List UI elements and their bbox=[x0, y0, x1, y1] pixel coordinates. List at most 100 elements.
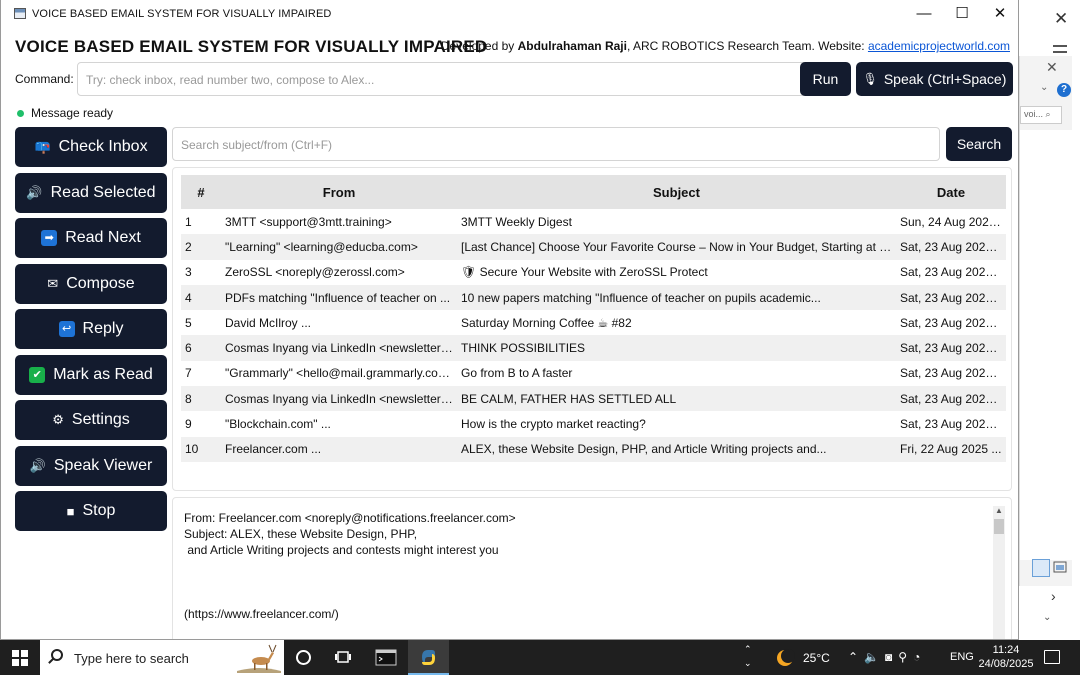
clock-time: 11:24 bbox=[992, 644, 1020, 656]
weather-icon[interactable] bbox=[775, 648, 795, 668]
compose-button[interactable]: ✉ Compose bbox=[15, 264, 167, 304]
row-number: 9 bbox=[185, 417, 192, 432]
notification-icon[interactable] bbox=[1044, 650, 1060, 664]
row-subject: ALEX, these Website Design, PHP, and Art… bbox=[457, 436, 896, 462]
column-header-subject[interactable]: Subject bbox=[457, 175, 896, 209]
tray-scroll-icon[interactable]: ⌃ ⌄ bbox=[744, 642, 752, 670]
row-date: Sat, 23 Aug 2025 ... bbox=[900, 366, 1006, 381]
row-from: 3MTT <support@3mtt.training> bbox=[225, 214, 392, 229]
python-app-icon[interactable] bbox=[408, 640, 449, 675]
task-view-icon[interactable] bbox=[335, 650, 351, 664]
table-row[interactable]: 10 Freelancer.com ... ALEX, these Websit… bbox=[181, 436, 1006, 462]
row-from: "Blockchain.com" ... bbox=[225, 417, 331, 432]
table-row[interactable]: 7 "Grammarly" <hello@mail.grammarly.com>… bbox=[181, 361, 1006, 386]
wifi-icon[interactable]: ◔ bbox=[913, 650, 920, 664]
chevron-up-icon[interactable]: ⌃ bbox=[848, 650, 858, 664]
search-button[interactable]: Search bbox=[946, 127, 1012, 161]
settings-button[interactable]: ⚙ Settings bbox=[15, 400, 167, 440]
read-selected-button[interactable]: 🔊 Read Selected bbox=[15, 173, 167, 213]
table-row[interactable]: 3 ZeroSSL <noreply@zerossl.com> 🛡 Secure… bbox=[181, 260, 1006, 285]
row-from: David McIlroy ... bbox=[225, 315, 312, 330]
command-label: Command: bbox=[15, 72, 74, 86]
checkmark-icon: ✔ bbox=[29, 367, 46, 383]
row-subject: 3MTT Weekly Digest bbox=[461, 214, 572, 229]
speak-viewer-button[interactable]: 🔊 Speak Viewer bbox=[15, 446, 167, 486]
read-next-button[interactable]: ➡ Read Next bbox=[15, 218, 167, 258]
status-text: Message ready bbox=[31, 106, 114, 120]
column-header-date[interactable]: Date bbox=[896, 175, 1006, 209]
language-indicator[interactable]: ENG bbox=[950, 651, 974, 663]
run-button[interactable]: Run bbox=[800, 62, 851, 96]
clock[interactable]: 11:24 24/08/2025 bbox=[978, 643, 1034, 671]
row-subject: 10 new papers matching "Influence of tea… bbox=[457, 284, 896, 311]
speak-button[interactable]: 🎙 Speak (Ctrl+Space) bbox=[856, 62, 1013, 96]
scroll-up-icon[interactable]: ▲ bbox=[995, 506, 1003, 515]
menu-icon[interactable] bbox=[1053, 45, 1067, 53]
row-date: Sat, 23 Aug 2025 ... bbox=[896, 335, 1006, 361]
preview-view-icon[interactable] bbox=[1052, 559, 1068, 577]
network-icon[interactable]: ⚲ bbox=[898, 650, 907, 664]
terminal-app-icon[interactable] bbox=[364, 640, 408, 675]
start-button[interactable] bbox=[0, 640, 40, 675]
title-bar: VOICE BASED EMAIL SYSTEM FOR VISUALLY IM… bbox=[1, 0, 1018, 27]
column-header-from[interactable]: From bbox=[221, 175, 457, 209]
close-button[interactable]: ✕ bbox=[981, 0, 1018, 27]
status-indicator: Message ready bbox=[17, 106, 113, 120]
search-highlight-deer-icon bbox=[237, 644, 281, 673]
website-link[interactable]: academicprojectworld.com bbox=[868, 39, 1010, 53]
preview-scrollbar[interactable]: ▲ bbox=[993, 506, 1005, 639]
close-icon[interactable]: ✕ bbox=[1054, 9, 1068, 29]
command-input[interactable]: Try: check inbox, read number two, compo… bbox=[77, 62, 809, 96]
stop-button[interactable]: ■ Stop bbox=[15, 491, 167, 531]
row-from: Freelancer.com ... bbox=[221, 436, 457, 462]
row-subject: BE CALM, FATHER HAS SETTLED ALL bbox=[457, 386, 896, 412]
microphone-icon: 🎙 bbox=[862, 72, 878, 86]
table-row[interactable]: 5 David McIlroy ... Saturday Morning Cof… bbox=[181, 310, 1006, 335]
maximize-button[interactable]: ☐ bbox=[943, 0, 981, 27]
inbox-table: # From Subject Date 1 3MTT <support@3mtt… bbox=[181, 175, 1006, 462]
status-dot-icon bbox=[17, 109, 24, 117]
table-row[interactable]: 8 Cosmas Inyang via LinkedIn <newsletter… bbox=[181, 386, 1006, 412]
row-from: PDFs matching "Influence of teacher on .… bbox=[221, 284, 457, 311]
clock-date: 24/08/2025 bbox=[978, 658, 1034, 670]
reply-button[interactable]: ↩ Reply bbox=[15, 309, 167, 349]
row-number: 7 bbox=[185, 366, 192, 381]
row-from: Cosmas Inyang via LinkedIn <newsletters-… bbox=[221, 386, 457, 412]
row-number: 5 bbox=[185, 315, 192, 330]
chevron-down-icon[interactable]: ⌄ bbox=[1040, 82, 1048, 93]
temperature-text[interactable]: 25°C bbox=[803, 651, 830, 665]
taskbar-search[interactable]: Type here to search bbox=[40, 640, 284, 675]
preview-line: Subject: ALEX, these Website Design, PHP… bbox=[184, 527, 418, 541]
table-row[interactable]: 4 PDFs matching "Influence of teacher on… bbox=[181, 284, 1006, 311]
app-header: VOICE BASED EMAIL SYSTEM FOR VISUALLY IM… bbox=[15, 36, 1010, 58]
mark-as-read-button[interactable]: ✔ Mark as Read bbox=[15, 355, 167, 395]
search-icon bbox=[51, 649, 63, 661]
windows-logo-icon bbox=[12, 649, 28, 666]
row-subject: 🛡 Secure Your Website with ZeroSSL Prote… bbox=[461, 265, 708, 280]
details-view-icon[interactable] bbox=[1032, 559, 1050, 577]
row-date: Sat, 23 Aug 2025 ... bbox=[900, 417, 1006, 432]
background-search-field[interactable]: voi... ⌕ bbox=[1020, 106, 1062, 124]
row-subject: How is the crypto market reacting? bbox=[461, 417, 646, 432]
help-icon[interactable]: ? bbox=[1057, 83, 1071, 97]
table-row[interactable]: 1 3MTT <support@3mtt.training> 3MTT Week… bbox=[181, 209, 1006, 234]
minimize-button[interactable]: — bbox=[905, 0, 943, 27]
table-row[interactable]: 6 Cosmas Inyang via LinkedIn <newsletter… bbox=[181, 335, 1006, 361]
check-inbox-button[interactable]: 📪 Check Inbox bbox=[15, 127, 167, 167]
speaker-icon: 🔊 bbox=[29, 458, 46, 473]
scroll-thumb[interactable] bbox=[994, 519, 1004, 534]
row-date: Sat, 23 Aug 2025 ... bbox=[896, 284, 1006, 311]
chevron-down-icon[interactable]: ⌄ bbox=[1043, 612, 1051, 623]
cortana-icon[interactable] bbox=[296, 650, 311, 665]
close-icon[interactable]: ✕ bbox=[1046, 59, 1058, 76]
column-header-number[interactable]: # bbox=[181, 175, 221, 209]
chevron-right-icon[interactable]: › bbox=[1051, 588, 1056, 604]
message-preview[interactable]: From: Freelancer.com <noreply@notificati… bbox=[172, 497, 1012, 639]
table-row[interactable]: 2 "Learning" <learning@educba.com> [Last… bbox=[181, 234, 1006, 260]
row-date: Sat, 23 Aug 2025 ... bbox=[896, 234, 1006, 260]
volume-icon[interactable]: 🔈 bbox=[864, 650, 879, 664]
table-row[interactable]: 9 "Blockchain.com" ... How is the crypto… bbox=[181, 411, 1006, 436]
search-input[interactable]: Search subject/from (Ctrl+F) bbox=[172, 127, 940, 161]
preview-line: From: Freelancer.com <noreply@notificati… bbox=[184, 511, 516, 525]
camera-icon[interactable]: ◙ bbox=[885, 650, 892, 664]
